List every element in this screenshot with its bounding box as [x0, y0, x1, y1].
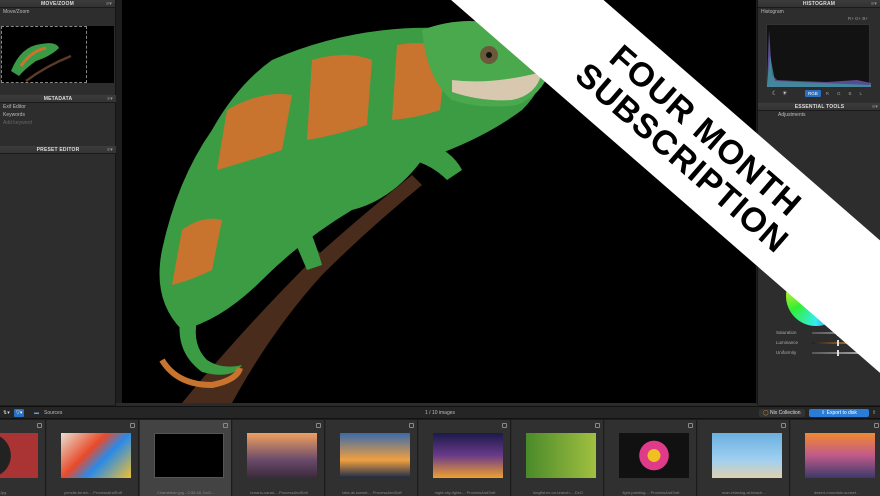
channel-rgb[interactable]: RGB	[805, 90, 821, 97]
filmstrip-item[interactable]: desert-mountain-sunset…	[791, 420, 880, 496]
channel-b[interactable]: B	[846, 90, 855, 97]
histogram-tools[interactable]: R+ G+ B+	[848, 16, 868, 21]
histogram-plot	[766, 24, 871, 87]
exif-editor-item[interactable]: Exif Editor	[0, 103, 116, 111]
channel-g[interactable]: G	[834, 90, 844, 97]
filmstrip-thumbnail	[247, 433, 317, 478]
lock-icon[interactable]	[316, 423, 321, 428]
move-zoom-title: MOVE/ZOOM	[41, 1, 74, 7]
filmstrip-caption: desert-mountain-sunset…	[813, 490, 861, 495]
filmstrip-thumbnail	[619, 433, 689, 478]
lock-icon[interactable]	[595, 423, 600, 428]
panel-menu-icon[interactable]: ≡▾	[106, 0, 112, 8]
filmstrip-item[interactable]: Chameleon.jpg - 0:30:18, DxO…	[140, 420, 232, 496]
filmstrip-thumbnail	[0, 433, 38, 478]
filmstrip-caption: Chameleon.jpg - 0:30:18, DxO…	[156, 490, 216, 495]
navigator-viewport-frame[interactable]	[1, 26, 87, 83]
channel-tabs: RGB R G B L	[805, 90, 865, 97]
lock-icon[interactable]	[223, 423, 228, 428]
panel-menu-icon[interactable]: ≡▾	[107, 95, 113, 103]
sun-icon[interactable]: ☀	[782, 90, 787, 97]
app-window: MOVE/ZOOM ≡▾ Move/Zoom METADATA ≡▾ Exif …	[0, 0, 880, 496]
color-adjustments-label[interactable]: Adjustments	[758, 111, 880, 119]
filmstrip-caption: …_Jpg	[0, 490, 7, 495]
collection-icon: ◯	[763, 410, 770, 416]
filmstrip-item[interactable]: night-city-lights-…ProcessAndSoft	[419, 420, 511, 496]
moon-icon[interactable]: ☾	[772, 90, 777, 97]
share-icon[interactable]: ⇧	[872, 409, 876, 417]
histogram-label: Histogram	[761, 9, 784, 15]
filmstrip-caption: light-painting-…ProcessAndSoft	[622, 490, 680, 495]
filmstrip-item[interactable]: burano-canal-…ProcessAndSoft	[233, 420, 325, 496]
navigator-thumbnail[interactable]	[1, 26, 114, 83]
essential-tools-title: ESSENTIAL TOOLS	[794, 104, 845, 110]
move-zoom-label: Move/Zoom	[3, 9, 30, 15]
preset-editor-header[interactable]: PRESET EDITOR ≡▾	[0, 146, 116, 154]
filmstrip-caption: burano-canal-…ProcessAndSoft	[250, 490, 308, 495]
export-to-disk-button[interactable]: ⇪ Export to disk	[809, 409, 869, 417]
filmstrip-thumbnail	[61, 433, 131, 478]
preset-editor-title: PRESET EDITOR	[36, 147, 80, 153]
uniformity-label: Uniformity	[776, 350, 797, 355]
export-label: Export to disk	[826, 410, 857, 416]
left-panel: MOVE/ZOOM ≡▾ Move/Zoom METADATA ≡▾ Exif …	[0, 0, 116, 405]
histogram-title: HISTOGRAM	[802, 1, 836, 7]
filmstrip: …_Jpg pencils-brush-…ProcessAndSoft Chamel…	[0, 420, 880, 496]
essential-tools-header[interactable]: ESSENTIAL TOOLS ≡▾	[758, 103, 880, 111]
histogram-header[interactable]: HISTOGRAM ≡▾	[758, 0, 880, 8]
filmstrip-toolbar: ⇅▾ ▽▾ ▬ Sources 1 / 10 images ◯ Nix Coll…	[0, 406, 880, 419]
lock-icon[interactable]	[502, 423, 507, 428]
channel-r[interactable]: R	[823, 90, 832, 97]
filmstrip-caption: lake-at-sunset-…ProcessAndSoft	[342, 490, 402, 495]
nix-collection-button[interactable]: ◯ Nix Collection	[759, 409, 805, 417]
saturation-label: Saturation	[776, 330, 797, 335]
filmstrip-thumbnail	[526, 433, 596, 478]
filmstrip-item[interactable]: light-painting-…ProcessAndSoft	[605, 420, 697, 496]
filmstrip-caption: pencils-brush-…ProcessAndSoft	[64, 490, 122, 495]
filmstrip-thumbnail	[433, 433, 503, 478]
add-keyword-input[interactable]: Add keyword	[0, 119, 116, 127]
panel-menu-icon[interactable]: ≡▾	[871, 0, 877, 8]
keywords-item[interactable]: Keywords	[0, 111, 116, 119]
nix-collection-label: Nix Collection	[770, 410, 801, 416]
sources-label[interactable]: Sources	[44, 409, 62, 417]
panel-menu-icon[interactable]: ≡▾	[107, 146, 113, 154]
filmstrip-thumbnail	[340, 433, 410, 478]
image-count: 1 / 10 images	[425, 410, 456, 416]
lock-icon[interactable]	[37, 423, 42, 428]
filmstrip-item[interactable]: …_Jpg	[0, 420, 46, 496]
filmstrip-thumbnail	[805, 433, 875, 478]
filmstrip-item[interactable]: man-relaxing-at-beach…	[698, 420, 790, 496]
filmstrip-caption: kingfisher-on-branch-…DxO	[533, 490, 583, 495]
histogram-curve	[767, 30, 871, 87]
uniformity-knob[interactable]	[837, 350, 839, 356]
lock-icon[interactable]	[130, 423, 135, 428]
filmstrip-item[interactable]: kingfisher-on-branch-…DxO	[512, 420, 604, 496]
channel-l[interactable]: L	[857, 90, 866, 97]
filter-icon[interactable]: ▽▾	[14, 409, 25, 417]
sort-icon[interactable]: ⇅▾	[3, 409, 10, 417]
filmstrip-item[interactable]: lake-at-sunset-…ProcessAndSoft	[326, 420, 418, 496]
metadata-header[interactable]: METADATA ≡▾	[0, 95, 116, 103]
metadata-title: METADATA	[43, 96, 73, 102]
filmstrip-thumbnail	[712, 433, 782, 478]
filmstrip-thumbnail	[154, 433, 224, 478]
filmstrip-caption: man-relaxing-at-beach…	[721, 490, 767, 495]
lock-icon[interactable]	[874, 423, 879, 428]
lock-icon[interactable]	[409, 423, 414, 428]
filmstrip-caption: night-city-lights-…ProcessAndSoft	[434, 490, 496, 495]
lock-icon[interactable]	[781, 423, 786, 428]
folder-icon: ▬	[34, 410, 39, 416]
panel-menu-icon[interactable]: ≡▾	[872, 103, 878, 111]
lock-icon[interactable]	[688, 423, 693, 428]
luminance-knob[interactable]	[837, 340, 839, 346]
filmstrip-item[interactable]: pencils-brush-…ProcessAndSoft	[47, 420, 139, 496]
move-zoom-header[interactable]: MOVE/ZOOM ≡▾	[0, 0, 115, 8]
luminance-label: Luminance	[776, 340, 799, 345]
